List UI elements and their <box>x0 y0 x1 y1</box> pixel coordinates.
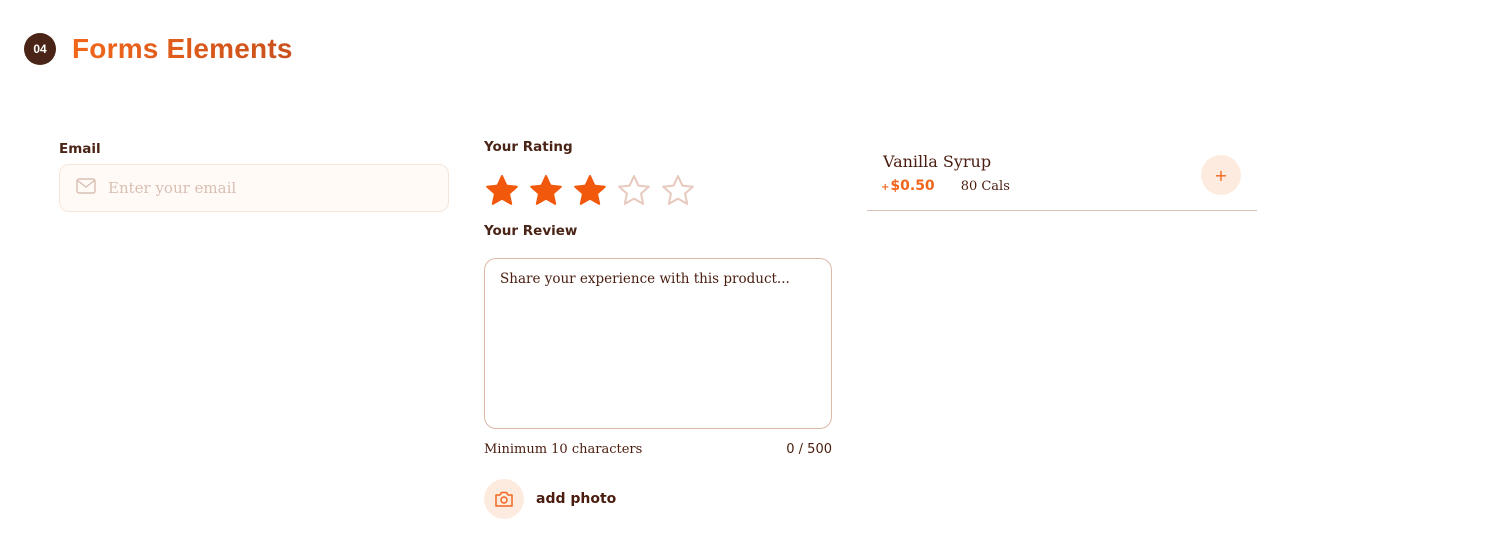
add-photo-button[interactable]: add photo <box>484 479 616 519</box>
star-icon[interactable] <box>484 173 520 209</box>
rating-label: Your Rating <box>484 139 573 155</box>
email-input[interactable] <box>108 179 408 197</box>
review-char-counter: 0 / 500 <box>786 442 832 457</box>
email-label: Email <box>59 141 101 157</box>
star-icon[interactable] <box>616 173 652 209</box>
addon-price-row: + $0.50 80 Cals <box>881 178 1010 194</box>
addon-add-button[interactable]: + <box>1201 155 1241 195</box>
review-textarea[interactable] <box>484 258 832 429</box>
addon-price: $0.50 <box>890 178 935 194</box>
star-icon[interactable] <box>660 173 696 209</box>
section-header: 04 Forms Elements <box>24 33 293 65</box>
review-label: Your Review <box>484 223 578 239</box>
addon-calories: 80 Cals <box>960 179 1010 194</box>
section-number-badge: 04 <box>24 33 56 65</box>
section-title: Forms Elements <box>72 33 293 64</box>
email-field[interactable] <box>59 164 449 212</box>
star-rating[interactable] <box>484 173 704 209</box>
review-min-hint: Minimum 10 characters <box>484 442 643 457</box>
star-icon[interactable] <box>572 173 608 209</box>
addon-plus-sign: + <box>881 182 890 193</box>
addon-item: Vanilla Syrup + $0.50 80 Cals + <box>867 142 1257 211</box>
mail-icon <box>76 178 96 198</box>
add-photo-label: add photo <box>536 491 617 507</box>
camera-icon <box>484 479 524 519</box>
addon-name: Vanilla Syrup <box>883 152 992 171</box>
plus-icon: + <box>1214 165 1228 185</box>
star-icon[interactable] <box>528 173 564 209</box>
